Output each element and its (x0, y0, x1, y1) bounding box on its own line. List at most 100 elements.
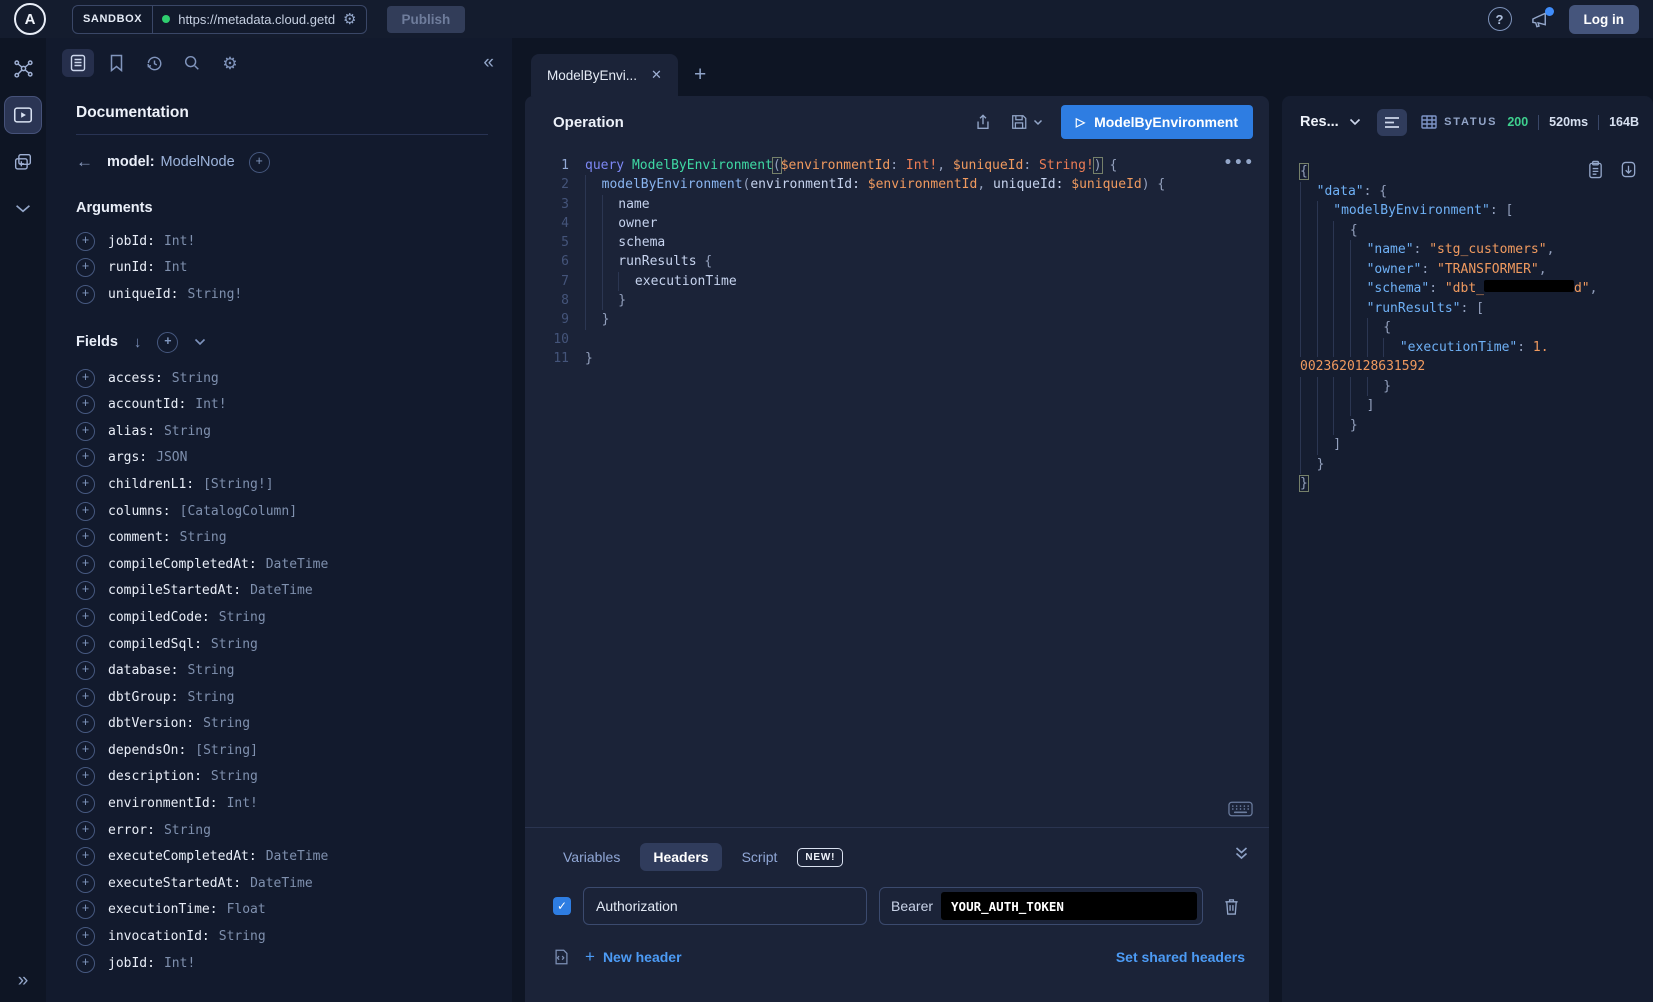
docs-tab-button[interactable] (62, 49, 94, 77)
collapse-request-panel-button[interactable] (1234, 846, 1249, 860)
tab-variables[interactable]: Variables (553, 843, 630, 871)
add-field-to-query-button[interactable]: + (76, 900, 95, 919)
add-field-to-query-button[interactable]: + (76, 258, 95, 277)
field-row[interactable]: +description:String (76, 764, 488, 791)
run-operation-button[interactable]: ▷ ModelByEnvironment (1061, 105, 1253, 139)
field-row[interactable]: +accountId:Int! (76, 391, 488, 418)
add-field-to-query-button[interactable]: + (76, 232, 95, 251)
field-row[interactable]: +dbtVersion:String (76, 711, 488, 738)
operation-tab[interactable]: ModelByEnvi... ✕ (531, 54, 678, 96)
field-row[interactable]: +dependsOn:[String] (76, 737, 488, 764)
add-field-to-query-button[interactable]: + (76, 608, 95, 627)
editor-overflow-menu[interactable]: ••• (1224, 154, 1255, 173)
graphql-editor[interactable]: 1query ModelByEnvironment($environmentId… (525, 148, 1269, 827)
edit-headers-as-text-icon[interactable] (553, 948, 570, 966)
saved-operations-button[interactable] (100, 49, 132, 77)
editor-code-line[interactable]: 2modelByEnvironment(environmentId: $envi… (525, 175, 1269, 194)
field-row[interactable]: +error:String (76, 817, 488, 844)
sidebar-collapse-section[interactable] (5, 190, 41, 226)
field-row[interactable]: +dbtGroup:String (76, 684, 488, 711)
add-field-to-query-button[interactable]: + (76, 395, 95, 414)
field-row[interactable]: +childrenL1:[String!] (76, 471, 488, 498)
field-row[interactable]: +alias:String (76, 418, 488, 445)
add-all-fields-button[interactable]: + (157, 332, 178, 353)
field-row[interactable]: +access:String (76, 365, 488, 392)
announcements-button[interactable] (1530, 10, 1551, 29)
back-arrow-icon[interactable]: ← (76, 152, 93, 172)
login-button[interactable]: Log in (1569, 5, 1640, 34)
field-row[interactable]: +compileCompletedAt:DateTime (76, 551, 488, 578)
add-model-to-query-button[interactable]: + (249, 152, 270, 173)
table-view-button[interactable] (1414, 109, 1444, 136)
field-row[interactable]: +database:String (76, 657, 488, 684)
explorer-settings-button[interactable]: ⚙ (214, 49, 246, 77)
tab-script[interactable]: Script (732, 843, 788, 871)
editor-code-line[interactable]: 4owner (525, 214, 1269, 233)
sidebar-item-operations[interactable] (5, 144, 41, 180)
tab-headers[interactable]: Headers (640, 843, 721, 871)
endpoint-settings-icon[interactable]: ⚙ (343, 12, 356, 27)
expand-rail-button[interactable]: » (18, 970, 29, 992)
chevron-down-icon[interactable] (194, 338, 206, 346)
chevron-down-icon[interactable] (1349, 118, 1361, 126)
add-field-to-query-button[interactable]: + (76, 502, 95, 521)
editor-code-line[interactable]: 10 (525, 330, 1269, 349)
field-row[interactable]: +args:JSON (76, 445, 488, 472)
keyboard-shortcuts-button[interactable] (1228, 801, 1253, 817)
field-row[interactable]: +environmentId:Int! (76, 790, 488, 817)
editor-code-line[interactable]: 5schema (525, 233, 1269, 252)
field-row[interactable]: +invocationId:String (76, 923, 488, 950)
add-field-to-query-button[interactable]: + (76, 581, 95, 600)
field-row[interactable]: +compiledCode:String (76, 604, 488, 631)
delete-header-button[interactable] (1223, 897, 1240, 916)
set-shared-headers-link[interactable]: Set shared headers (1116, 949, 1245, 965)
add-field-to-query-button[interactable]: + (76, 528, 95, 547)
add-field-to-query-button[interactable]: + (76, 285, 95, 304)
auth-token-value[interactable]: YOUR_AUTH_TOKEN (941, 892, 1197, 920)
add-field-to-query-button[interactable]: + (76, 927, 95, 946)
add-field-to-query-button[interactable]: + (76, 767, 95, 786)
endpoint-url-field[interactable]: https://metadata.cloud.getd ⚙ (153, 12, 365, 27)
header-value-input[interactable]: Bearer YOUR_AUTH_TOKEN (879, 887, 1203, 925)
add-field-to-query-button[interactable]: + (76, 847, 95, 866)
field-row[interactable]: +jobId:Int! (76, 950, 488, 977)
editor-code-line[interactable]: 11} (525, 349, 1269, 368)
docs-context-type[interactable]: ModelNode (161, 154, 235, 170)
editor-code-line[interactable]: 7executionTime (525, 272, 1269, 291)
add-field-to-query-button[interactable]: + (76, 794, 95, 813)
collapse-docs-panel-button[interactable]: « (483, 52, 494, 74)
field-row[interactable]: +columns:[CatalogColumn] (76, 498, 488, 525)
editor-code-line[interactable]: 3name (525, 195, 1269, 214)
add-field-to-query-button[interactable]: + (76, 741, 95, 760)
field-row[interactable]: +comment:String (76, 524, 488, 551)
add-field-to-query-button[interactable]: + (76, 635, 95, 654)
sort-fields-icon[interactable]: ↓ (134, 334, 142, 351)
raw-view-button[interactable] (1377, 109, 1407, 136)
sidebar-item-explorer[interactable] (4, 96, 42, 134)
editor-code-line[interactable]: 9} (525, 310, 1269, 329)
download-response-icon[interactable] (1620, 160, 1637, 179)
new-header-button[interactable]: + New header (585, 947, 682, 967)
add-field-to-query-button[interactable]: + (76, 422, 95, 441)
field-row[interactable]: +compiledSql:String (76, 631, 488, 658)
save-operation-group[interactable] (1010, 113, 1043, 131)
add-field-to-query-button[interactable]: + (76, 475, 95, 494)
add-field-to-query-button[interactable]: + (76, 661, 95, 680)
add-field-to-query-button[interactable]: + (76, 688, 95, 707)
editor-code-line[interactable]: 1query ModelByEnvironment($environmentId… (525, 156, 1269, 175)
header-name-input[interactable]: Authorization (583, 887, 867, 925)
argument-row[interactable]: +runId:Int (76, 255, 488, 282)
new-tab-button[interactable]: + (694, 63, 706, 87)
add-field-to-query-button[interactable]: + (76, 714, 95, 733)
header-enabled-checkbox[interactable]: ✓ (553, 897, 571, 915)
add-field-to-query-button[interactable]: + (76, 369, 95, 388)
field-row[interactable]: +executeCompletedAt:DateTime (76, 843, 488, 870)
apollo-logo[interactable]: A (14, 3, 46, 35)
search-button[interactable] (176, 49, 208, 77)
add-field-to-query-button[interactable]: + (76, 874, 95, 893)
argument-row[interactable]: +jobId:Int! (76, 228, 488, 255)
field-row[interactable]: +executionTime:Float (76, 897, 488, 924)
help-icon[interactable]: ? (1488, 7, 1512, 31)
history-button[interactable] (138, 49, 170, 77)
add-field-to-query-button[interactable]: + (76, 555, 95, 574)
